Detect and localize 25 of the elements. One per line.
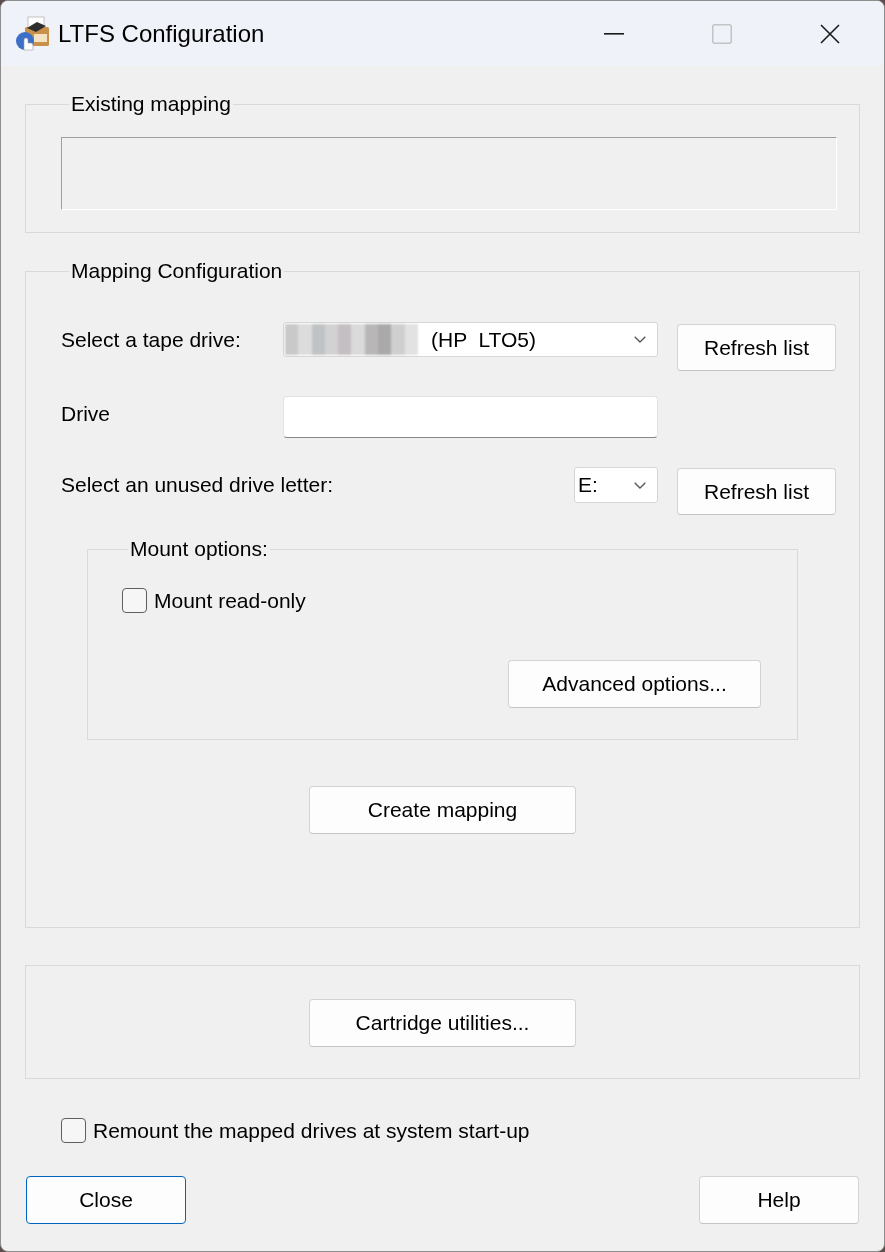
checkbox-label: Remount the mapped drives at system start-up [93, 1118, 530, 1143]
checkbox-label: Mount read-only [154, 588, 306, 613]
chevron-down-icon [634, 336, 646, 343]
mapping-list[interactable] [61, 137, 837, 210]
advanced-options-button[interactable]: Advanced options... [508, 660, 761, 708]
field-label: Select a tape drive: [61, 327, 242, 353]
read-only-checkbox[interactable] [122, 588, 147, 613]
refresh-list-button[interactable]: Refresh list [677, 468, 836, 515]
tape-drive-dropdown[interactable]: (HP LTO5) [283, 322, 658, 357]
close-dialog-button[interactable]: Close [26, 1176, 186, 1224]
group-title: Mapping Configuration [70, 258, 284, 284]
drive-input-field[interactable] [283, 396, 658, 438]
help-button[interactable]: Help [699, 1176, 859, 1224]
cartridge-utilities-button[interactable]: Cartridge utilities... [309, 999, 576, 1047]
chevron-down-icon [634, 481, 646, 489]
drive-letter-dropdown[interactable]: E: [574, 467, 658, 503]
window-title: LTFS Configuration [58, 19, 265, 48]
field-label: Select an unused drive letter: [61, 472, 334, 498]
refresh-list-button[interactable]: Refresh list [677, 324, 836, 371]
remount-checkbox[interactable] [61, 1118, 86, 1143]
app-icon [15, 15, 51, 52]
field-label: Drive [61, 401, 111, 427]
group-title: Existing mapping [70, 91, 232, 117]
group-title: Mount options: [129, 536, 269, 562]
create-mapping-button[interactable]: Create mapping [309, 786, 576, 834]
